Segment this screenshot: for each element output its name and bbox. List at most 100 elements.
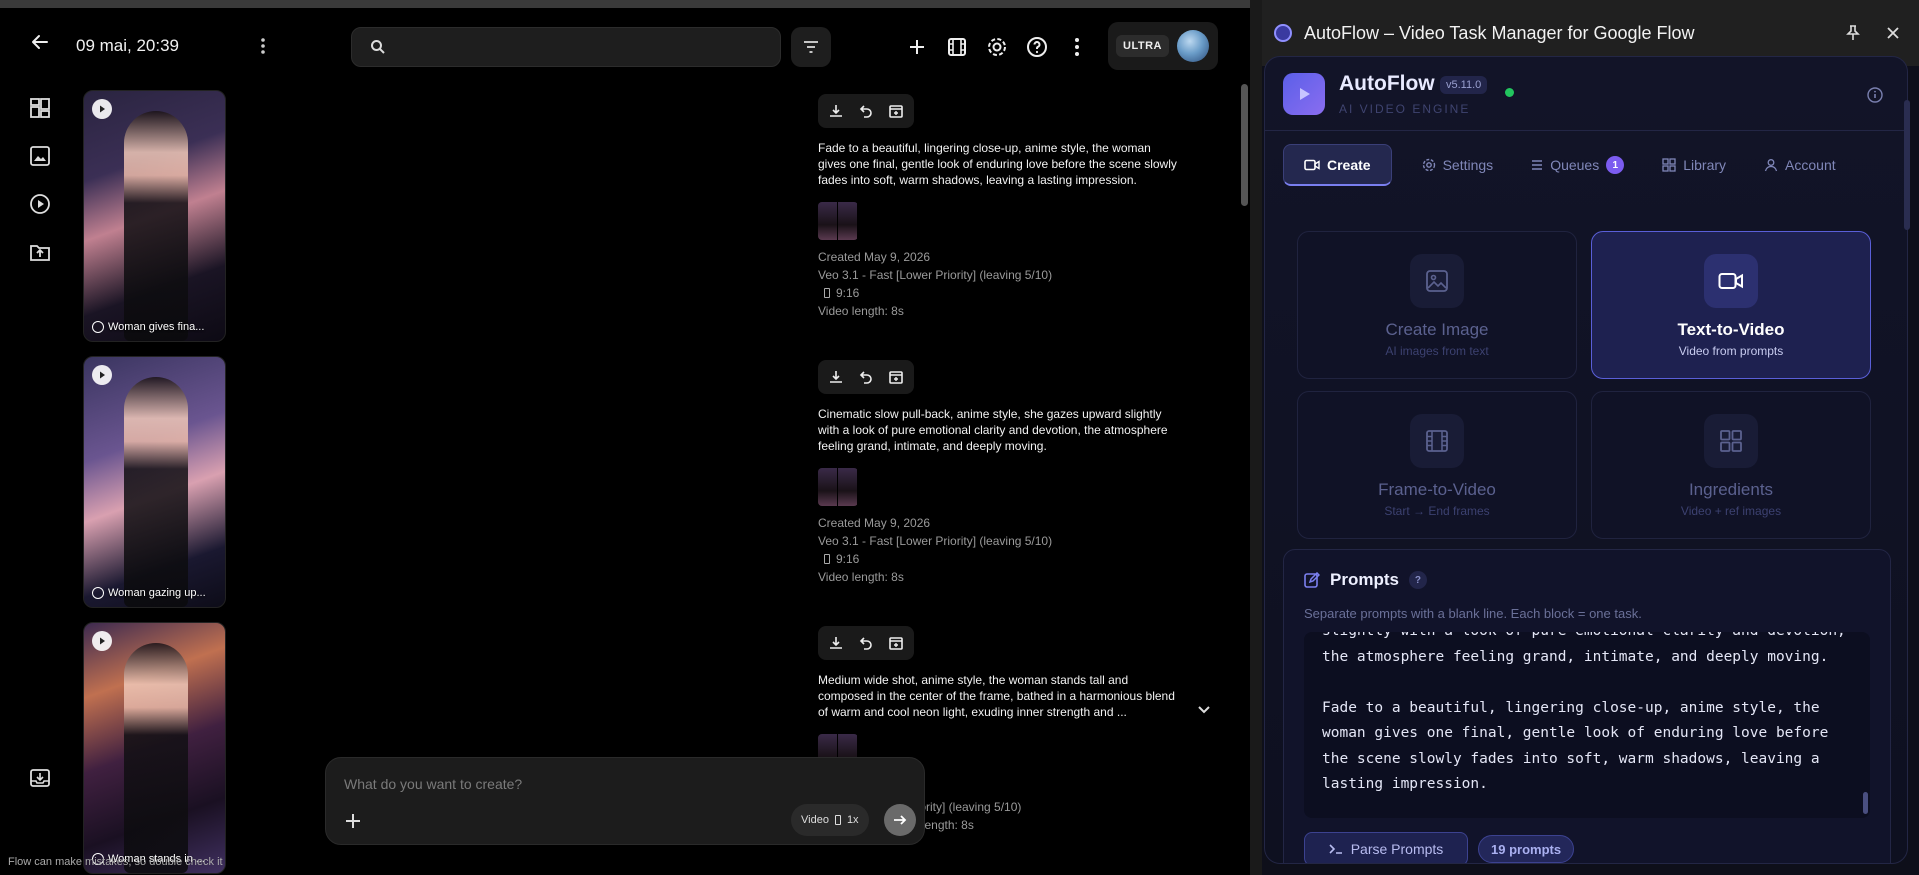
video-icon xyxy=(1304,159,1320,170)
download-icon[interactable] xyxy=(824,365,848,389)
parse-prompts-label: Parse Prompts xyxy=(1350,841,1444,857)
mode-create-image[interactable]: Create Image AI images from text xyxy=(1297,231,1577,379)
panel-scrollbar[interactable] xyxy=(1904,100,1910,230)
video-thumbnail[interactable]: Woman stands in ... xyxy=(83,622,226,874)
play-icon[interactable] xyxy=(92,365,112,385)
user-icon xyxy=(1764,159,1778,172)
item-meta: Created May 9, 2026 Veo 3.1 - Fast [Lowe… xyxy=(818,514,1218,586)
thumbnail-caption: Woman gazing up... xyxy=(92,587,219,599)
help-icon[interactable] xyxy=(1022,32,1052,62)
avatar[interactable] xyxy=(1176,30,1209,62)
more-vert-icon[interactable] xyxy=(1062,32,1092,62)
aspect-ratio: 16 xyxy=(888,780,1218,798)
video-thumbnail[interactable]: Woman gazing up... xyxy=(83,356,226,608)
thumbnail-artwork xyxy=(124,111,188,341)
model-label: ier Priority] (leaving 5/10) xyxy=(888,800,1022,814)
send-button[interactable] xyxy=(884,804,916,836)
page-title: 09 mai, 20:39 xyxy=(76,36,180,55)
archive-download-icon[interactable] xyxy=(24,762,56,794)
dashboard-icon[interactable] xyxy=(24,92,56,124)
prompts-heading: Prompts ? xyxy=(1304,570,1427,590)
play-icon[interactable] xyxy=(92,99,112,119)
thumbnail-list: Woman gives fina... Woman gazing up... W… xyxy=(83,90,226,875)
mode-ingredients[interactable]: Ingredients Video + ref images xyxy=(1591,391,1871,539)
mode-title: Create Image xyxy=(1385,320,1489,339)
gear-icon xyxy=(1422,158,1435,172)
prompts-description: Separate prompts with a blank line. Each… xyxy=(1304,606,1642,621)
pin-icon[interactable] xyxy=(1842,22,1864,44)
composer-input[interactable]: What do you want to create? xyxy=(344,776,522,792)
play-circle-icon[interactable] xyxy=(24,188,56,220)
plan-badge: ULTRA xyxy=(1116,35,1169,57)
filter-icon xyxy=(804,41,818,53)
prompt-count-badge: 19 prompts xyxy=(1478,835,1575,863)
folder-upload-icon[interactable] xyxy=(24,236,56,268)
add-to-scene-icon[interactable] xyxy=(884,365,908,389)
film-icon[interactable] xyxy=(942,32,972,62)
play-icon[interactable] xyxy=(92,631,112,651)
filter-button[interactable] xyxy=(791,27,831,67)
thumbnail-artwork xyxy=(124,377,188,607)
aspect-ratio: 9:16 xyxy=(818,284,1218,302)
mode-text-to-video[interactable]: Text-to-Video Video from prompts xyxy=(1591,231,1871,379)
mode-title: Frame-to-Video xyxy=(1378,480,1496,499)
back-arrow-icon[interactable] xyxy=(26,28,54,56)
gear-icon[interactable] xyxy=(982,32,1012,62)
reuse-prompt-icon[interactable] xyxy=(854,631,878,655)
autoflow-logo-icon xyxy=(1274,24,1292,42)
image-icon[interactable] xyxy=(24,140,56,172)
tab-account[interactable]: Account xyxy=(1754,144,1846,186)
mode-selector[interactable]: Video 1x xyxy=(791,804,869,836)
tab-create[interactable]: Create xyxy=(1283,144,1392,186)
video-length: Video length: 8s xyxy=(818,570,904,584)
mode-subtitle: Video from prompts xyxy=(1678,344,1784,358)
info-icon[interactable] xyxy=(1865,85,1885,105)
feed-scrollbar[interactable] xyxy=(1241,84,1248,206)
video-thumbnail[interactable]: Woman gives fina... xyxy=(83,90,226,342)
brand-name: AutoFlow xyxy=(1339,72,1435,95)
textarea-scrollbar[interactable] xyxy=(1863,792,1868,814)
tab-queues[interactable]: Queues 1 xyxy=(1521,144,1634,186)
list-icon xyxy=(1532,160,1543,170)
prompt-text: Cinematic slow pull-back, anime style, s… xyxy=(818,407,1168,453)
prompt-text: Fade to a beautiful, lingering close-up,… xyxy=(818,141,1177,187)
portrait-ratio-icon xyxy=(834,815,841,825)
help-badge[interactable]: ? xyxy=(1408,571,1427,589)
window-top-strip xyxy=(0,0,1250,8)
item-meta: Created May 9, 2026 Veo 3.1 - Fast [Lowe… xyxy=(818,248,1218,320)
download-icon[interactable] xyxy=(824,99,848,123)
prompts-textarea[interactable]: slightly with a look of pure emotional c… xyxy=(1304,632,1870,818)
edit-icon xyxy=(1304,572,1320,588)
status-dot xyxy=(1505,88,1514,97)
tab-label: Account xyxy=(1785,157,1836,173)
close-icon[interactable] xyxy=(1882,22,1904,44)
more-vert-icon[interactable] xyxy=(252,34,274,58)
aspect-ratio: 9:16 xyxy=(818,550,1218,568)
prompt-composer[interactable]: What do you want to create? Video 1x xyxy=(325,757,925,845)
add-to-scene-icon[interactable] xyxy=(884,99,908,123)
mode-label: Video xyxy=(801,814,829,826)
item-actions xyxy=(818,360,914,394)
add-icon[interactable] xyxy=(902,32,932,62)
search-input[interactable] xyxy=(396,39,776,55)
parse-prompts-button[interactable]: Parse Prompts xyxy=(1304,832,1468,863)
prompt-block: slightly with a look of pure emotional c… xyxy=(1322,632,1846,665)
add-media-icon[interactable] xyxy=(340,808,366,834)
download-icon[interactable] xyxy=(824,631,848,655)
account-menu[interactable]: ULTRA xyxy=(1108,22,1218,70)
model-label: Veo 3.1 - Fast [Lower Priority] (leaving… xyxy=(818,268,1053,282)
image-icon xyxy=(1410,254,1464,308)
tab-settings[interactable]: Settings xyxy=(1412,144,1504,186)
result-thumbnails[interactable] xyxy=(818,468,858,506)
mode-frame-to-video[interactable]: Frame-to-Video Start → End frames xyxy=(1297,391,1577,539)
mode-subtitle: Start → End frames xyxy=(1384,504,1490,518)
search-bar[interactable] xyxy=(351,27,781,67)
toolbar xyxy=(902,32,1092,62)
tab-library[interactable]: Library xyxy=(1652,144,1736,186)
chevron-down-icon[interactable] xyxy=(1194,700,1214,720)
search-icon xyxy=(371,40,385,54)
reuse-prompt-icon[interactable] xyxy=(854,99,878,123)
reuse-prompt-icon[interactable] xyxy=(854,365,878,389)
result-thumbnails[interactable] xyxy=(818,202,858,240)
add-to-scene-icon[interactable] xyxy=(884,631,908,655)
